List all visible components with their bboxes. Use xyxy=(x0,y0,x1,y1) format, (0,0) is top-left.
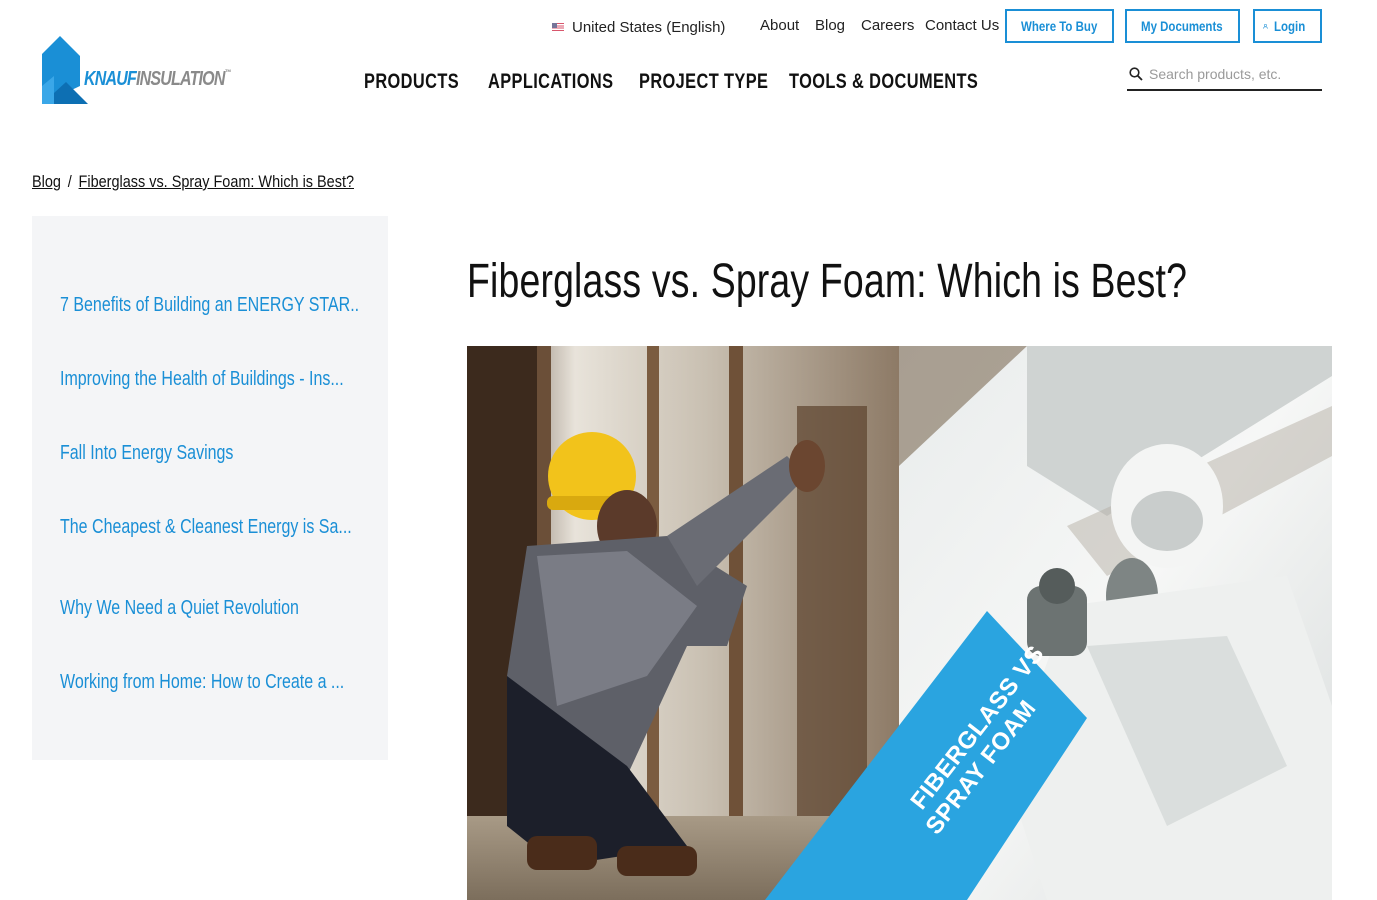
sidebar-item-fall-energy-savings[interactable]: Fall Into Energy Savings xyxy=(60,442,360,465)
nav-tools-documents[interactable]: TOOLS & DOCUMENTS xyxy=(789,70,978,96)
us-flag-icon xyxy=(552,23,564,31)
knauf-insulation-logo[interactable]: KNAUFINSULATION™ xyxy=(40,36,240,108)
page-title: Fiberglass vs. Spray Foam: Which is Best… xyxy=(467,255,1188,308)
sidebar-item-working-from-home[interactable]: Working from Home: How to Create a ... xyxy=(60,671,360,694)
contact-us-link[interactable]: Contact Us xyxy=(925,17,999,37)
where-to-buy-button[interactable]: Where To Buy xyxy=(1005,9,1114,43)
search-icon xyxy=(1129,66,1143,81)
search-input[interactable] xyxy=(1149,65,1319,82)
sidebar-item-health-of-buildings[interactable]: Improving the Health of Buildings - Ins.… xyxy=(60,368,360,391)
related-posts-sidebar: 7 Benefits of Building an ENERGY STAR...… xyxy=(32,216,388,760)
sidebar-item-energy-star[interactable]: 7 Benefits of Building an ENERGY STAR... xyxy=(60,294,360,317)
search-box[interactable] xyxy=(1127,58,1322,91)
locale-label: United States (English) xyxy=(572,18,726,36)
nav-products[interactable]: PRODUCTS xyxy=(364,70,459,96)
login-button[interactable]: Login xyxy=(1253,9,1322,43)
my-documents-label: My Documents xyxy=(1141,18,1223,34)
logo-wordmark: KNAUFINSULATION™ xyxy=(84,68,231,90)
breadcrumb-separator: / xyxy=(67,172,72,191)
my-documents-button[interactable]: My Documents xyxy=(1125,9,1240,43)
about-link[interactable]: About xyxy=(760,17,799,37)
where-to-buy-label: Where To Buy xyxy=(1021,18,1098,34)
sidebar-item-quiet-revolution[interactable]: Why We Need a Quiet Revolution xyxy=(60,597,360,620)
careers-link[interactable]: Careers xyxy=(861,17,914,37)
nav-applications[interactable]: APPLICATIONS xyxy=(488,70,613,96)
nav-project-type[interactable]: PROJECT TYPE xyxy=(639,70,768,96)
breadcrumb: Blog / Fiberglass vs. Spray Foam: Which is… xyxy=(32,172,354,192)
sidebar-item-cheapest-cleanest-energy[interactable]: The Cheapest & Cleanest Energy is Sa... xyxy=(60,516,360,539)
login-label: Login xyxy=(1273,18,1306,34)
user-icon xyxy=(1263,23,1268,29)
hero-image: FIBERGLASS VS SPRAY FOAM xyxy=(467,346,1332,900)
breadcrumb-blog-link[interactable]: Blog xyxy=(32,172,61,191)
locale-selector[interactable]: United States (English) xyxy=(552,17,725,37)
breadcrumb-current-link[interactable]: Fiberglass vs. Spray Foam: Which is Best… xyxy=(79,172,354,191)
blog-link[interactable]: Blog xyxy=(815,17,845,37)
